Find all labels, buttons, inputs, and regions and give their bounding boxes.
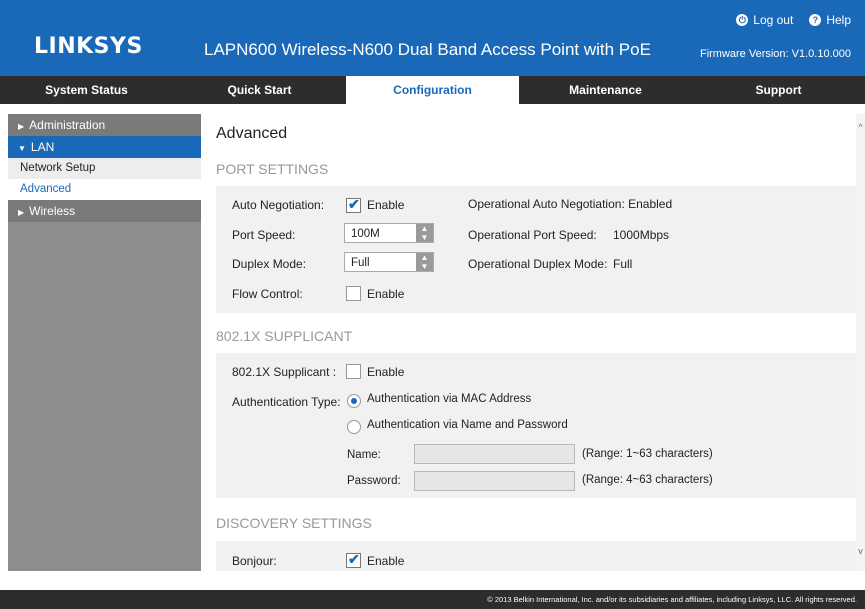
operational-duplex-mode-label: Operational Duplex Mode: <box>468 257 608 271</box>
authentication-type-label: Authentication Type: <box>232 395 341 409</box>
chevron-down-icon: ▼ <box>18 144 26 153</box>
operational-port-speed-value: 1000Mbps <box>613 228 670 242</box>
auth-name-password-label: Authentication via Name and Password <box>367 419 568 431</box>
auth-mac-label: Authentication via MAC Address <box>367 393 532 405</box>
auto-negotiation-checkbox[interactable] <box>346 196 361 213</box>
port-speed-select[interactable]: 100M ▲ ▼ <box>344 223 434 243</box>
tab-support[interactable]: Support <box>692 76 865 104</box>
password-field[interactable] <box>414 471 575 491</box>
port-speed-label: Port Speed: <box>232 228 296 242</box>
header-links: ⏻ Log out ? Help <box>736 13 851 27</box>
page-title: Advanced <box>216 125 288 142</box>
chevron-right-icon: ▶ <box>18 122 25 131</box>
logout-link[interactable]: ⏻ Log out <box>736 13 793 27</box>
product-name: LAPN600 Wireless-N600 Dual Band Access P… <box>204 40 651 59</box>
sidebar-item-wireless[interactable]: ▶ Wireless <box>8 200 201 222</box>
linksys-logo: LINKSYS <box>34 34 143 59</box>
sidebar-item-label: LAN <box>30 140 55 154</box>
duplex-mode-label: Duplex Mode: <box>232 257 307 271</box>
tab-quick-start[interactable]: Quick Start <box>173 76 346 104</box>
auth-name-password-radio[interactable] <box>347 420 361 434</box>
operational-auto-negotiation: Operational Auto Negotiation: Enabled <box>468 197 673 211</box>
duplex-mode-select[interactable]: Full ▲ ▼ <box>344 252 434 272</box>
content-scrollbar[interactable]: ^ v <box>856 114 865 571</box>
header-bar: LINKSYS LAPN600 Wireless-N600 Dual Band … <box>0 0 865 76</box>
help-label: Help <box>826 13 851 27</box>
name-field[interactable] <box>414 444 575 464</box>
port-settings-panel: Auto Negotiation: Enable Operational Aut… <box>216 186 856 313</box>
name-label: Name: <box>347 449 381 461</box>
operational-duplex-mode-value: Full <box>613 257 633 271</box>
scroll-down-icon[interactable]: v <box>856 546 865 556</box>
tab-maintenance[interactable]: Maintenance <box>519 76 692 104</box>
help-icon: ? <box>809 14 822 26</box>
bonjour-checkbox[interactable] <box>346 551 361 568</box>
password-label: Password: <box>347 475 401 487</box>
flow-control-label: Flow Control: <box>232 287 303 301</box>
supplicant-label: 802.1X Supplicant : <box>232 365 337 379</box>
supplicant-checkbox[interactable] <box>346 364 361 379</box>
copyright-text: © 2013 Belkin International, Inc. and/or… <box>487 595 857 604</box>
discovery-panel: Bonjour: Enable <box>216 541 856 571</box>
sidebar-item-advanced[interactable]: Advanced <box>8 179 201 200</box>
duplex-mode-value: Full <box>351 257 370 269</box>
auth-mac-radio[interactable] <box>347 394 361 408</box>
discovery-title: DISCOVERY SETTINGS <box>216 515 372 531</box>
bonjour-enable-label: Enable <box>367 554 405 568</box>
port-settings-title: PORT SETTINGS <box>216 161 329 177</box>
sidebar-item-network-setup[interactable]: Network Setup <box>8 158 201 179</box>
supplicant-panel: 802.1X Supplicant : Enable Authenticatio… <box>216 353 856 498</box>
tab-system-status[interactable]: System Status <box>0 76 173 104</box>
chevron-right-icon: ▶ <box>18 208 25 217</box>
footer: © 2013 Belkin International, Inc. and/or… <box>0 590 865 609</box>
auto-negotiation-enable-label: Enable <box>367 198 405 212</box>
name-range-hint: (Range: 1~63 characters) <box>582 448 713 460</box>
sidebar-item-label: Administration <box>29 118 106 132</box>
spinner-icon: ▲ ▼ <box>416 224 433 242</box>
supplicant-title: 802.1X SUPPLICANT <box>216 328 353 344</box>
supplicant-enable-label: Enable <box>367 365 405 379</box>
logout-icon: ⏻ <box>736 14 749 26</box>
sidebar-item-administration[interactable]: ▶ Administration <box>8 114 201 136</box>
logout-label: Log out <box>753 13 794 27</box>
spinner-icon: ▲ ▼ <box>416 253 433 271</box>
main-nav: System Status Quick Start Configuration … <box>0 76 865 104</box>
help-link[interactable]: ? Help <box>809 13 851 27</box>
flow-control-enable-label: Enable <box>367 287 405 301</box>
firmware-version: Firmware Version: V1.0.10.000 <box>699 48 851 60</box>
bonjour-label: Bonjour: <box>232 554 277 568</box>
password-range-hint: (Range: 4~63 characters) <box>582 474 713 486</box>
flow-control-checkbox[interactable] <box>346 286 361 301</box>
sidebar: ▶ Administration ▼ LAN Network Setup Advan… <box>8 114 201 571</box>
tab-configuration[interactable]: Configuration <box>346 76 519 104</box>
sidebar-item-lan[interactable]: ▼ LAN <box>8 136 201 158</box>
content-area: Advanced PORT SETTINGS Auto Negotiation:… <box>201 114 856 571</box>
auto-negotiation-label: Auto Negotiation: <box>232 198 325 212</box>
scroll-up-icon[interactable]: ^ <box>856 122 865 132</box>
sidebar-item-label: Wireless <box>29 204 76 218</box>
operational-port-speed-label: Operational Port Speed: <box>468 228 597 242</box>
port-speed-value: 100M <box>351 228 380 240</box>
